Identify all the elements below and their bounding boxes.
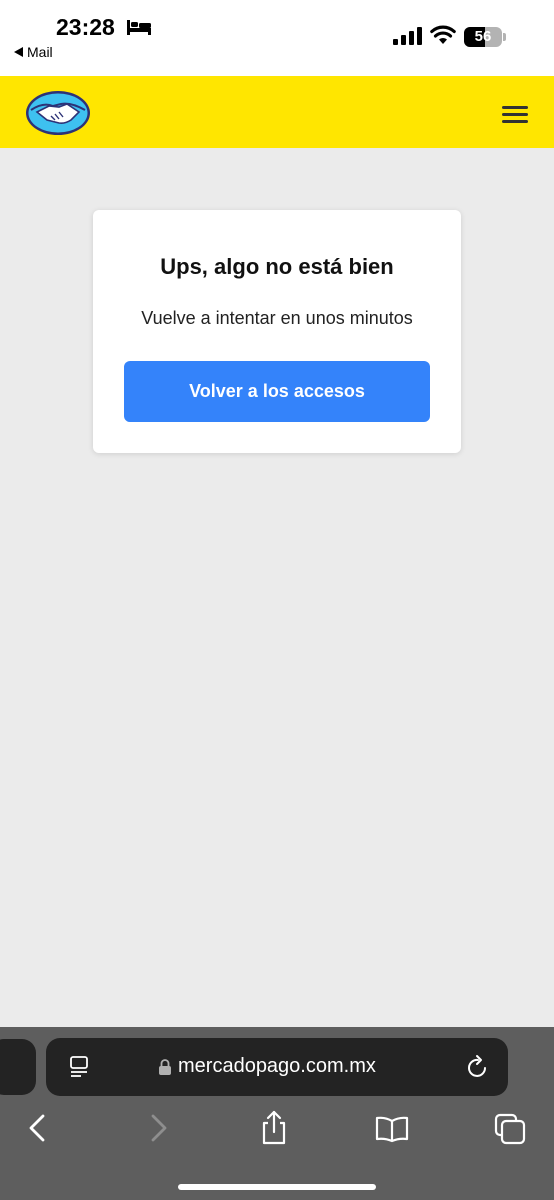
reload-icon[interactable] — [466, 1054, 490, 1080]
previous-tab-pill[interactable] — [0, 1039, 36, 1095]
app-header — [0, 76, 554, 148]
error-title: Ups, algo no está bien — [160, 254, 394, 279]
error-message: Vuelve a intentar en unos minutos — [141, 308, 413, 328]
home-indicator — [178, 1184, 376, 1190]
browser-bottom-bar: mercadopago.com.mx — [0, 1027, 554, 1200]
signal-icon — [393, 27, 422, 45]
error-card: Ups, algo no está bien Vuelve a intentar… — [93, 210, 461, 453]
back-to-access-button[interactable]: Volver a los accesos — [124, 361, 430, 422]
back-to-mail-link[interactable]: Mail — [14, 44, 53, 60]
battery-level: 56 — [474, 28, 492, 45]
back-triangle-icon — [14, 47, 23, 57]
status-time: 23:28 — [56, 14, 115, 40]
tabs-icon[interactable] — [492, 1109, 528, 1147]
back-app-label: Mail — [27, 44, 53, 60]
menu-button[interactable] — [496, 100, 534, 130]
lock-icon — [159, 1059, 171, 1075]
url-text: mercadopago.com.mx — [178, 1055, 376, 1077]
forward-icon[interactable] — [140, 1109, 176, 1147]
address-bar[interactable]: mercadopago.com.mx — [46, 1038, 508, 1096]
share-icon[interactable] — [256, 1109, 292, 1147]
wifi-icon — [430, 25, 456, 44]
bed-icon — [127, 20, 151, 35]
page-menu-icon[interactable] — [68, 1055, 90, 1079]
status-bar: 23:28 Mail 56 — [0, 0, 554, 76]
back-icon[interactable] — [20, 1109, 56, 1147]
battery-indicator: 56 — [464, 27, 506, 47]
handshake-logo-icon[interactable] — [25, 90, 91, 136]
bookmarks-icon[interactable] — [374, 1109, 410, 1147]
